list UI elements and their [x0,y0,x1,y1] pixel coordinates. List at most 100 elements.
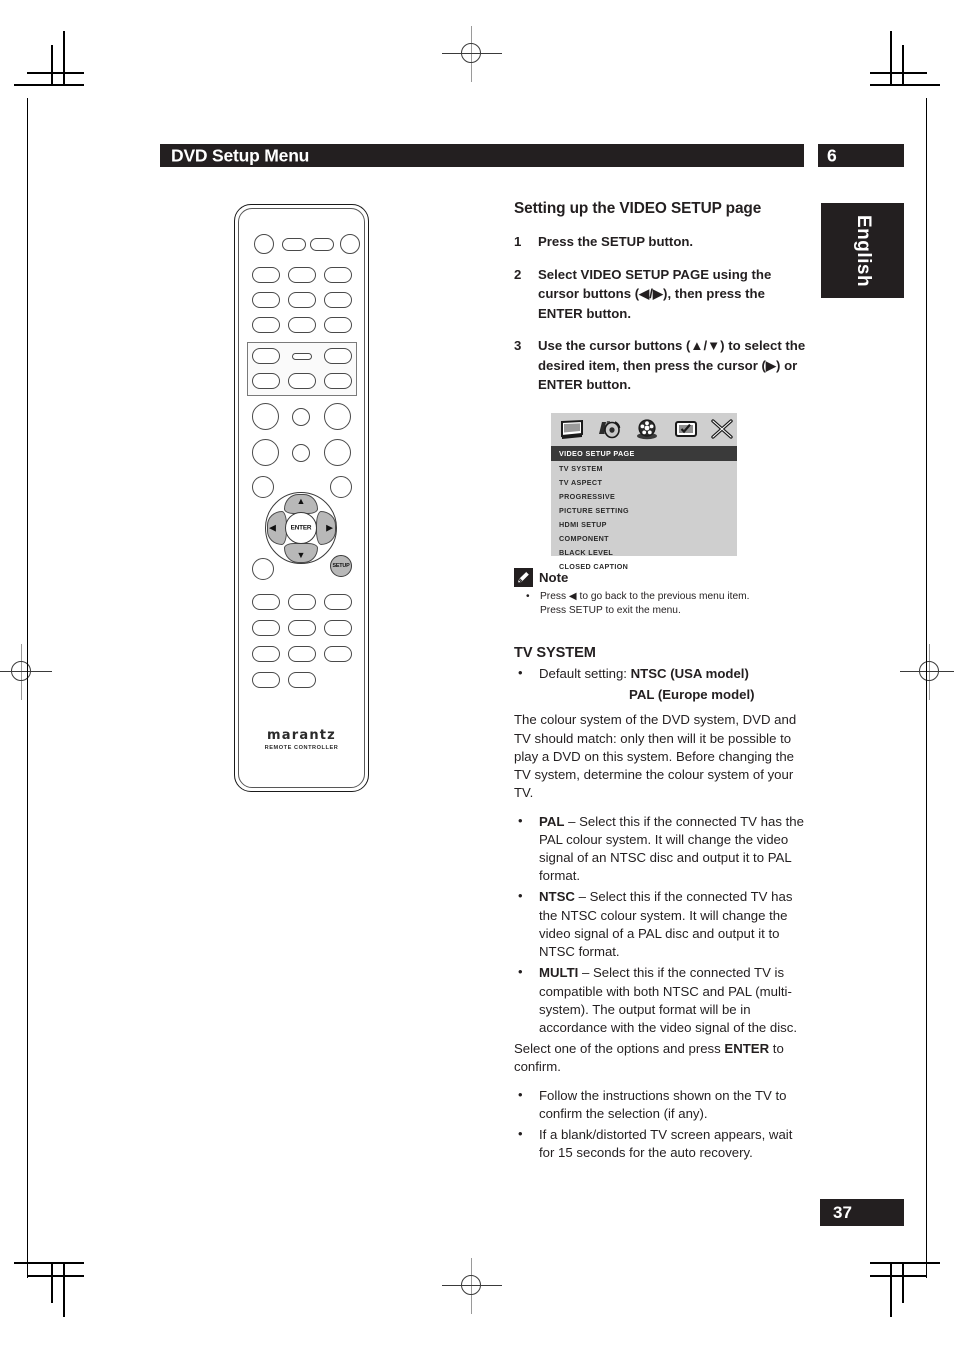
osd-item-tv-system[interactable]: TV SYSTEM [551,461,737,475]
remote-button-r8c1 [252,439,279,466]
remote-brand: marantz REMOTE CONTROLLER [234,728,369,751]
crop-mark-bottom-right-v [890,1262,892,1317]
remote-button-r11c1 [252,646,280,662]
remote-button-r12c1 [252,672,280,688]
trim-line-right [926,98,927,1278]
tv-system-block: TV SYSTEM • Default setting: NTSC (USA m… [514,645,809,1165]
chapter-number-box: 6 [818,144,904,167]
osd-video-setup-screenshot: VIDEO SETUP PAGE TV SYSTEM TV ASPECT PRO… [551,413,737,571]
remote-button-r5c3 [324,348,352,364]
page-header-band: DVD Setup Menu [160,144,804,167]
crop-mark-bottom-left-h2 [27,1275,84,1277]
default-setting-value-2: PAL (Europe model) [629,687,755,703]
page-number: 37 [833,1202,852,1222]
crop-mark-bottom-right-v2 [902,1262,904,1303]
remote-button-r3c2 [288,292,316,308]
remote-button-r8c2 [292,444,310,462]
osd-item-hdmi-setup[interactable]: HDMI SETUP [551,517,737,531]
crop-mark-top-left-v [63,31,65,86]
crop-mark-top-left-v2 [51,45,53,86]
remote-button-r3c1 [252,292,280,308]
crop-mark-top-left-h [14,84,84,86]
bullet-dot-closing-2: • [518,1126,523,1142]
crop-mark-top-left-h2 [27,72,84,74]
option-multi-name: MULTI [539,965,579,981]
remote-button-r4c2 [288,317,316,333]
crop-mark-bottom-left-v [63,1262,65,1317]
registration-mark-top [442,26,502,82]
step-3-number: 3 [514,338,522,354]
step-1-text: Press the SETUP button. [538,234,694,249]
step-3-text: Use the cursor buttons (▲/▼) to select t… [538,338,806,393]
option-multi: • MULTI – Select this if the connected T… [514,964,809,1037]
crop-mark-bottom-left-v2 [51,1262,53,1303]
option-ntsc: • NTSC – Select this if the connected TV… [514,888,809,961]
option-multi-dash: – [581,965,590,981]
option-ntsc-name: NTSC [539,889,575,905]
option-pal: • PAL – Select this if the connected TV … [514,813,809,886]
crop-mark-bottom-right-h2 [870,1275,927,1277]
remote-button-r9c3 [324,594,352,610]
osd-item-black-level[interactable]: BLACK LEVEL [551,545,737,559]
step-1: 1 Press the SETUP button. [514,232,806,252]
language-tab-label: English [852,214,874,287]
disc-film-icon [634,418,660,441]
crop-mark-top-right-h [870,84,940,86]
remote-button-r7c3 [324,403,351,430]
osd-item-picture-setting[interactable]: PICTURE SETTING [551,503,737,517]
note-header: Note [514,568,806,587]
confirm-pre: Select one of the options and press [514,1041,725,1057]
option-multi-desc: Select this if the connected TV is compa… [539,965,798,1035]
remote-button-r10c1 [252,620,280,636]
chapter-number: 6 [827,145,837,165]
registration-mark-bottom [442,1258,502,1314]
remote-button-r1c4 [340,234,360,254]
step-3: 3 Use the cursor buttons (▲/▼) to select… [514,336,806,395]
option-pal-dash: – [568,813,576,829]
arrow-left-icon: ◀ [269,522,276,533]
bullet-dot-pal: • [518,812,523,828]
crop-mark-bottom-right-h [870,1262,940,1264]
setup-button: SETUP [330,555,352,577]
remote-button-r2c3 [324,267,352,283]
enter-button-label: ENTER [290,524,312,532]
step-2-text: Select VIDEO SETUP PAGE using the cursor… [538,266,772,321]
option-pal-desc: Select this if the connected TV has the … [539,813,804,884]
remote-button-r1c2 [282,238,306,251]
remote-button-r2c1 [252,267,280,283]
remote-button-r11c2 [288,646,316,662]
enter-button: ENTER [285,512,317,544]
remote-button-r10c2 [288,620,316,636]
remote-button-r5c2 [292,353,312,360]
crop-mark-top-right-v [890,31,892,86]
remote-button-r6c1 [252,373,280,389]
remote-button-r11c3 [324,646,352,662]
confirm-enter: ENTER [724,1041,770,1057]
audio-speaker-icon [596,418,622,441]
closing-bullet-2: • If a blank/distorted TV screen appears… [514,1126,809,1162]
closing-bullet-1: • Follow the instructions shown on the T… [514,1087,809,1123]
video-display-icon [559,418,585,441]
confirm-instruction: Select one of the options and press ENTE… [514,1040,809,1076]
arrow-down-icon: ▼ [296,550,306,560]
option-pal-name: PAL [539,813,565,829]
remote-button-r6c2 [288,373,316,389]
option-ntsc-desc: Select this if the connected TV has the … [539,889,793,960]
tv-system-intro: The colour system of the DVD system, DVD… [514,712,797,801]
osd-item-component[interactable]: COMPONENT [551,531,737,545]
osd-item-tv-aspect[interactable]: TV ASPECT [551,475,737,489]
preference-screen-icon [673,418,699,441]
step-2: 2 Select VIDEO SETUP PAGE using the curs… [514,265,806,324]
arrow-right-icon: ▶ [326,522,333,533]
remote-button-r5c1 [252,348,280,364]
remote-button-r9c2 [288,594,316,610]
osd-page-title: VIDEO SETUP PAGE [551,446,737,461]
bullet-dot-closing-1: • [518,1086,523,1102]
remote-button-r1c3 [310,238,334,251]
remote-brand-subtitle: REMOTE CONTROLLER [264,745,339,751]
remote-button-r4c1 [252,317,280,333]
osd-item-progressive[interactable]: PROGRESSIVE [551,489,737,503]
remote-button-r7c2 [292,408,310,426]
default-setting-bullet: • Default setting: NTSC (USA model) [514,665,809,683]
crop-mark-bottom-left-h [14,1262,84,1264]
